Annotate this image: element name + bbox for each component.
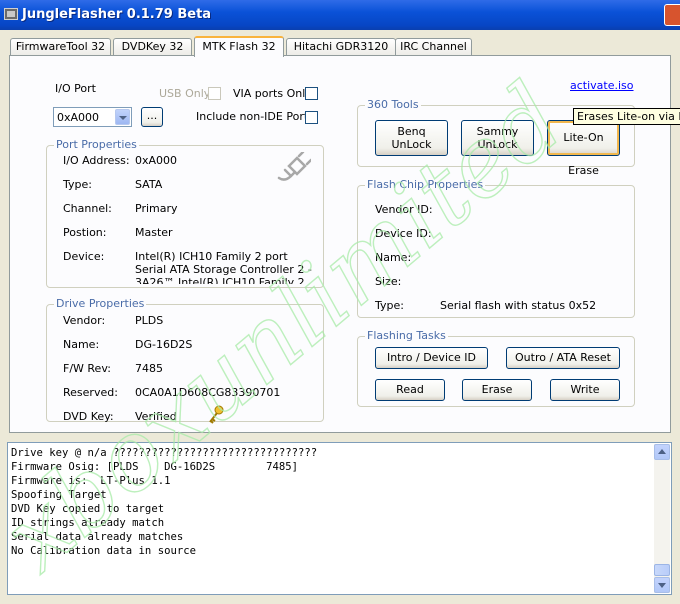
chip-type-value: Serial flash with status 0x52 <box>440 299 597 312</box>
position-label: Postion: <box>63 226 107 239</box>
log-scrollbar[interactable] <box>654 444 670 593</box>
device-line: Serial ATA Storage Controller 2 - <box>135 263 312 276</box>
button-label: UnLock <box>477 138 518 151</box>
device-label: Device: <box>63 250 105 263</box>
port-properties-title: Port Properties <box>54 138 139 151</box>
scroll-up-icon[interactable] <box>654 444 670 460</box>
log-line: ID strings already match <box>11 517 165 529</box>
include-non-ide-label: Include non-IDE Ports <box>196 110 314 123</box>
tab-dvdkey-32[interactable]: DVDKey 32 <box>113 38 192 56</box>
liteon-erase-tooltip: Erases Lite-on via In <box>573 108 680 125</box>
log-line: Firmware Osig: [PLDS DG-16D2S 7485] <box>11 461 299 473</box>
position-value: Master <box>135 226 173 239</box>
benq-unlock-button[interactable]: Benq UnLock <box>375 120 448 156</box>
device-line: Intel(R) ICH10 Family 2 port <box>135 250 288 263</box>
port-properties-group: Port Properties I/O Address: 0xA000 Type… <box>46 138 324 288</box>
close-button[interactable] <box>664 4 680 26</box>
button-label: UnLock <box>391 138 432 151</box>
write-button[interactable]: Write <box>550 379 620 401</box>
include-non-ide-checkbox[interactable] <box>305 111 318 124</box>
scroll-thumb[interactable] <box>654 564 670 576</box>
drive-properties-group: Drive Properties Vendor: PLDS Name: DG-1… <box>46 297 324 424</box>
size-label: Size: <box>375 275 402 288</box>
reserved-value: 0CA0A1D608CG83390701 <box>135 386 281 399</box>
chevron-down-icon[interactable] <box>115 109 130 125</box>
name-label: Name: <box>63 338 100 351</box>
sammy-unlock-button[interactable]: Sammy UnLock <box>461 120 534 156</box>
flash-chip-properties-title: Flash Chip Properties <box>365 178 486 191</box>
tab-irc-channel[interactable]: IRC Channel <box>395 38 472 56</box>
log-line: No Calibration data in source <box>11 545 196 557</box>
log-line: Serial data already matches <box>11 531 184 543</box>
read-button[interactable]: Read <box>375 379 445 401</box>
tab-mtk-flash-32[interactable]: MTK Flash 32 <box>194 36 284 57</box>
log-line: Firmware is: LT-Plus 1.1 <box>11 475 171 487</box>
reserved-label: Reserved: <box>63 386 118 399</box>
tab-firmwaretool-32[interactable]: FirmwareTool 32 <box>10 38 111 56</box>
dvd-key-label: DVD Key: <box>63 410 114 423</box>
channel-value: Primary <box>135 202 178 215</box>
log-line: Spoofing Target <box>11 489 107 501</box>
io-port-value: 0xA000 <box>57 111 100 124</box>
io-address-value: 0xA000 <box>135 154 178 167</box>
type-label: Type: <box>63 178 92 191</box>
chip-type-label: Type: <box>375 299 404 312</box>
app-icon <box>4 8 18 20</box>
vendor-id-label: Vendor ID: <box>375 203 433 216</box>
io-port-label: I/O Port <box>55 82 96 95</box>
outro-ata-reset-button[interactable]: Outro / ATA Reset <box>506 347 620 369</box>
type-value: SATA <box>135 178 163 191</box>
device-line: 3A26™ Intel(R) ICH10 Family 2 <box>135 276 305 284</box>
liteon-erase-button[interactable]: Lite-On Erase <box>547 120 620 177</box>
vendor-label: Vendor: <box>63 314 106 327</box>
usb-only-checkbox[interactable] <box>208 87 221 100</box>
fw-rev-label: F/W Rev: <box>63 362 111 375</box>
intro-device-id-button[interactable]: Intro / Device ID <box>375 347 488 369</box>
channel-label: Channel: <box>63 202 112 215</box>
io-address-label: I/O Address: <box>63 154 130 167</box>
usb-only-label: USB Only <box>159 87 211 100</box>
activate-iso-link[interactable]: activate.iso <box>570 79 634 92</box>
button-label: Sammy <box>476 125 519 138</box>
window-title: JungleFlasher 0.1.79 Beta <box>22 7 212 22</box>
log-line: Drive key @ n/a ????????????????????????… <box>11 447 318 459</box>
drive-properties-title: Drive Properties <box>54 297 147 310</box>
browse-port-button[interactable]: ... <box>141 107 163 127</box>
device-id-label: Device ID: <box>375 227 432 240</box>
360-tools-title: 360 Tools <box>365 98 421 111</box>
erase-button[interactable]: Erase <box>462 379 532 401</box>
plug-icon <box>277 152 311 181</box>
via-ports-only-label: VIA ports Only <box>233 87 312 100</box>
title-bar: JungleFlasher 0.1.79 Beta <box>0 0 680 30</box>
log-output[interactable]: Drive key @ n/a ????????????????????????… <box>7 442 672 595</box>
key-icon <box>209 405 224 424</box>
dvd-key-value: Verified <box>135 410 177 423</box>
via-ports-only-checkbox[interactable] <box>305 87 318 100</box>
name-value: DG-16D2S <box>135 338 193 351</box>
device-value: Intel(R) ICH10 Family 2 port Serial ATA … <box>135 250 315 284</box>
io-port-select[interactable]: 0xA000 <box>53 107 132 127</box>
chip-name-label: Name: <box>375 251 412 264</box>
vendor-value: PLDS <box>135 314 164 327</box>
button-label: Benq <box>397 125 426 138</box>
flash-chip-properties-group: Flash Chip Properties Vendor ID: Device … <box>357 178 635 318</box>
log-line: DVD Key copied to target <box>11 503 165 515</box>
flashing-tasks-group: Flashing Tasks Intro / Device ID Outro /… <box>357 329 635 407</box>
fw-rev-value: 7485 <box>135 362 163 375</box>
flashing-tasks-title: Flashing Tasks <box>365 329 448 342</box>
tab-hitachi-gdr3120[interactable]: Hitachi GDR3120 <box>286 38 396 56</box>
mtk-flash-panel: I/O Port 0xA000 ... USB Only VIA ports O… <box>9 55 671 433</box>
scroll-down-icon[interactable] <box>654 577 670 593</box>
